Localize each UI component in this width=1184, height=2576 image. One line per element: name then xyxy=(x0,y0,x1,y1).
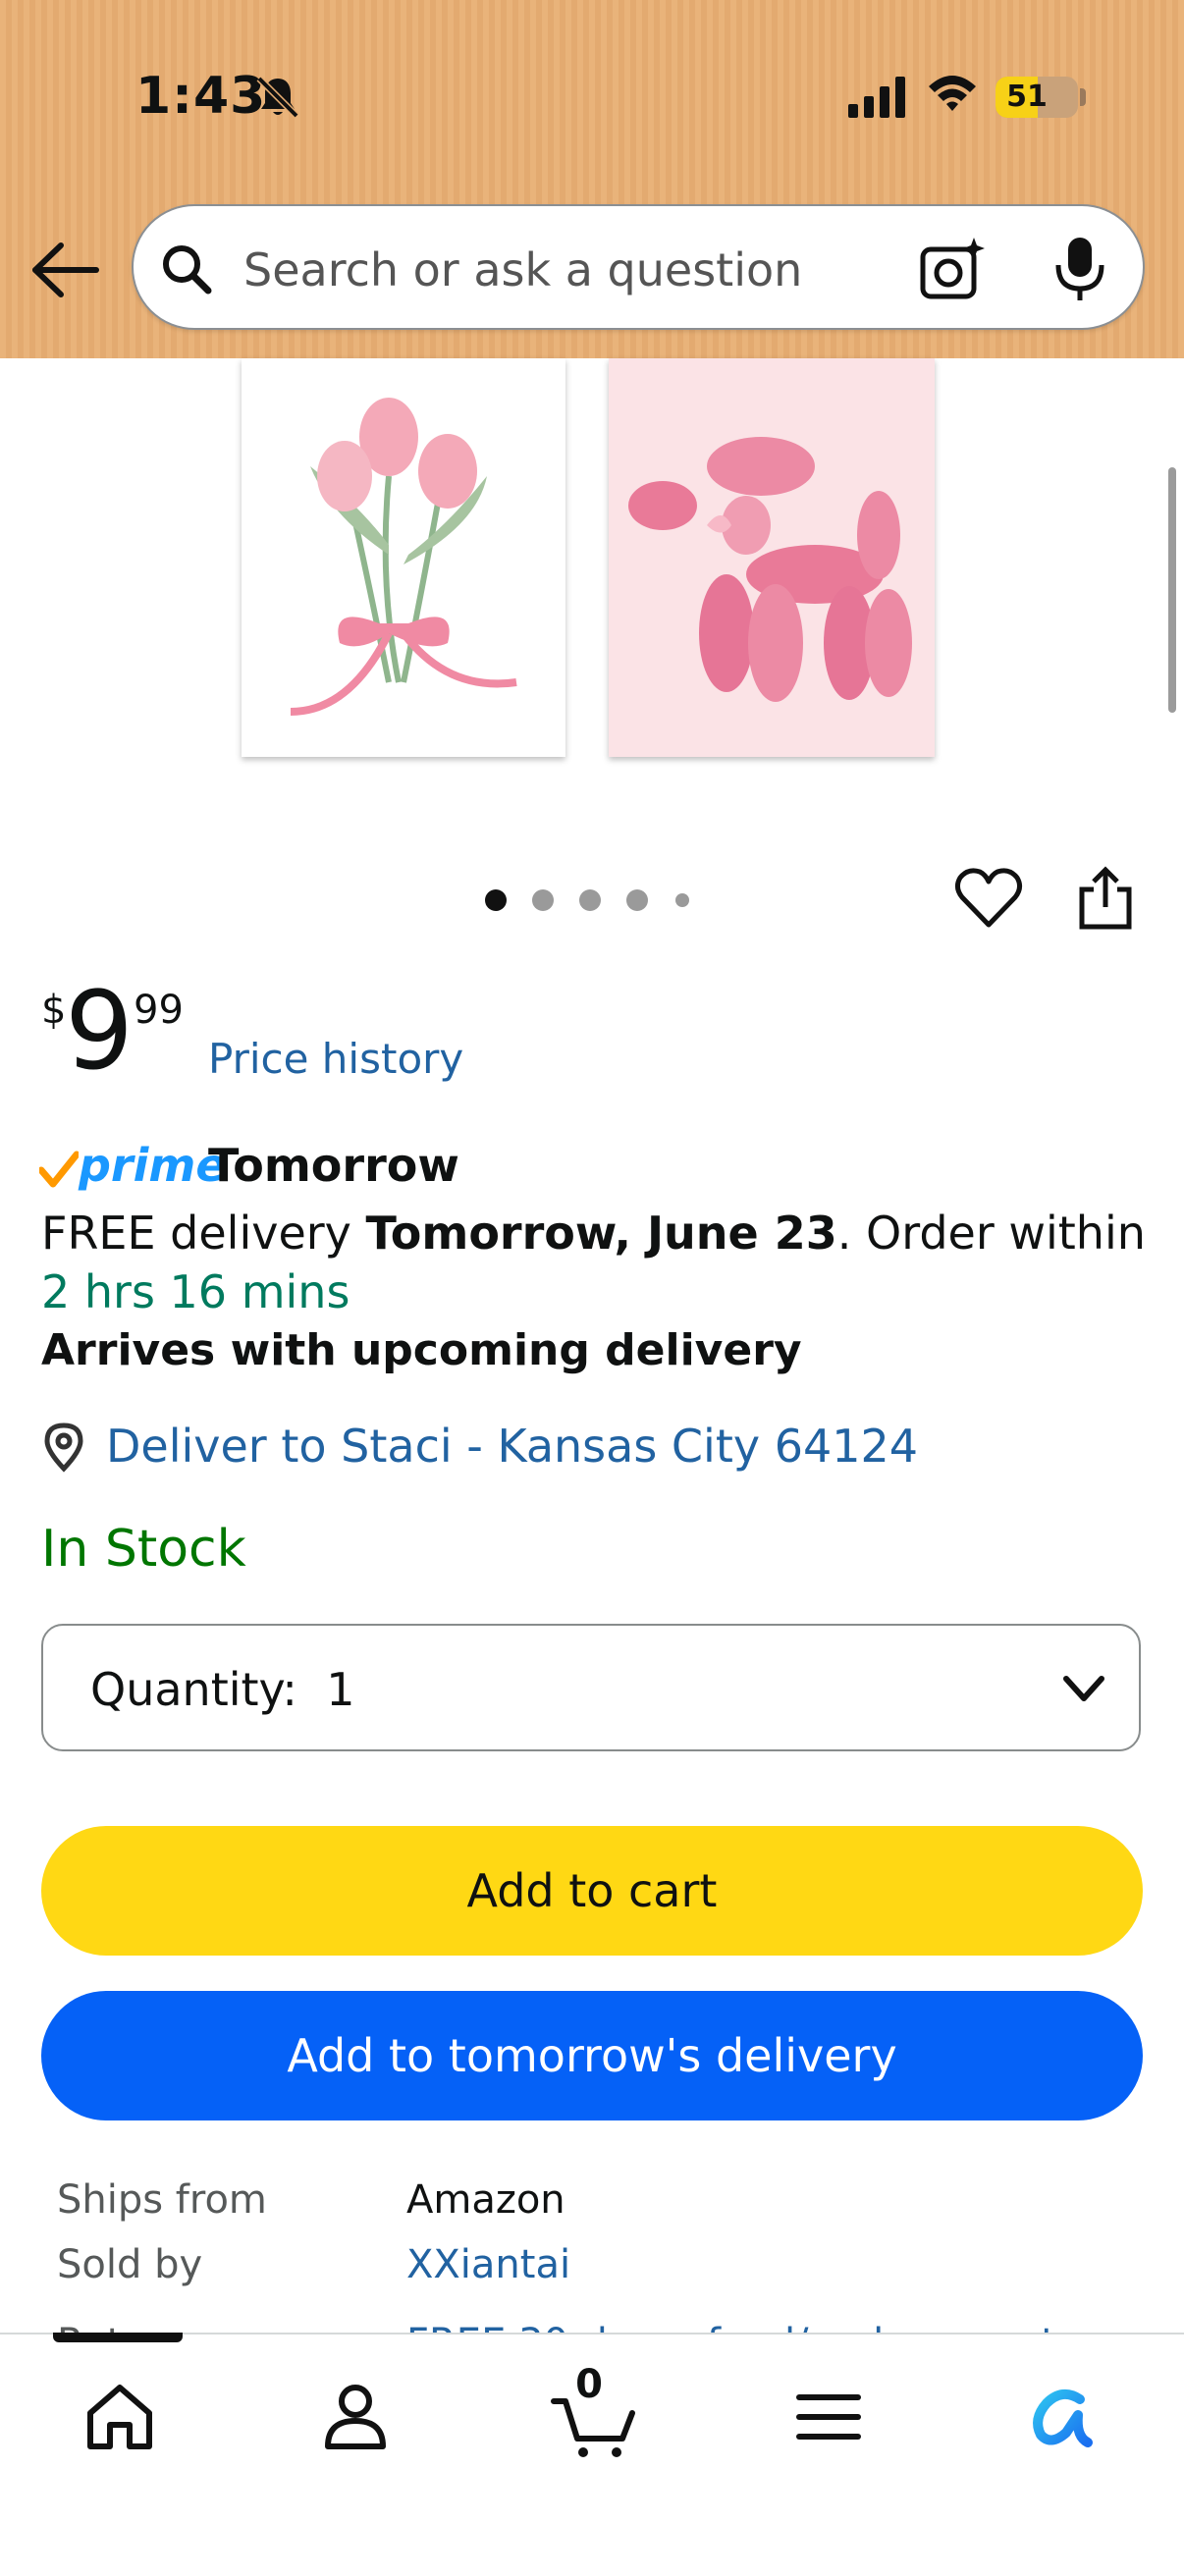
price-fraction: 99 xyxy=(134,988,184,1033)
price-whole: 9 xyxy=(65,968,134,1094)
battery-percent: 51 xyxy=(1006,80,1048,114)
sold-by-label: Sold by xyxy=(57,2242,203,2287)
product-image-balloon-dog[interactable] xyxy=(609,358,935,757)
search-icon xyxy=(163,245,212,295)
prime-speed: Tomorrow xyxy=(208,1139,459,1192)
battery-cap xyxy=(1080,88,1086,106)
camera-lens-icon[interactable] xyxy=(919,236,988,302)
price-currency: $ xyxy=(41,988,67,1033)
sold-by-link[interactable]: XXiantai xyxy=(406,2242,570,2287)
delivery-countdown: 2 hrs 16 mins xyxy=(41,1265,350,1318)
person-icon[interactable] xyxy=(316,2378,395,2456)
battery-indicator: 51 xyxy=(996,77,1078,118)
add-to-cart-button[interactable]: Add to cart xyxy=(41,1826,1143,1956)
location-pin-icon xyxy=(44,1422,83,1473)
arrives-note: Arrives with upcoming delivery xyxy=(41,1325,802,1375)
quantity-select[interactable]: Quantity: 1 xyxy=(41,1624,1141,1751)
search-bar[interactable] xyxy=(132,204,1145,330)
share-icon[interactable] xyxy=(1076,864,1135,933)
delivery-prefix: FREE delivery xyxy=(41,1207,366,1260)
deliver-to-link[interactable]: Deliver to Staci - Kansas City 64124 xyxy=(106,1420,918,1473)
order-within-text: . Order within xyxy=(836,1207,1146,1260)
heart-icon[interactable] xyxy=(954,866,1023,931)
delivery-message: FREE delivery Tomorrow, June 23. Order w… xyxy=(41,1204,1151,1321)
page-dot-3[interactable] xyxy=(579,889,601,911)
status-time: 1:43 xyxy=(135,67,267,126)
tulips-illustration xyxy=(290,398,517,716)
cart-nav[interactable]: 0 xyxy=(550,2362,638,2460)
cell-signal-icon xyxy=(848,77,905,118)
chevron-down-icon xyxy=(1063,1676,1104,1701)
add-to-tomorrows-delivery-button[interactable]: Add to tomorrow's delivery xyxy=(41,1991,1143,2120)
wifi-icon xyxy=(929,76,976,111)
quantity-value: 1 xyxy=(326,1663,355,1716)
page-dot-5[interactable] xyxy=(675,893,689,907)
header: 1:43 51 xyxy=(0,0,1184,358)
microphone-icon[interactable] xyxy=(1050,234,1109,304)
page-dot-4[interactable] xyxy=(626,889,648,911)
price-history-link[interactable]: Price history xyxy=(208,1035,463,1083)
quantity-label: Quantity: 1 xyxy=(90,1663,354,1716)
scrollbar[interactable] xyxy=(1168,467,1176,713)
delivery-date: Tomorrow, June 23 xyxy=(365,1207,837,1260)
menu-icon[interactable] xyxy=(789,2378,868,2456)
cart-icon xyxy=(551,2398,635,2457)
prime-check-icon xyxy=(39,1151,79,1188)
product-image-tulips[interactable] xyxy=(242,358,565,757)
page-dot-2[interactable] xyxy=(532,889,554,911)
page-dot-1[interactable] xyxy=(485,889,507,911)
quantity-label-text: Quantity: xyxy=(90,1663,297,1716)
rufus-ai-icon[interactable] xyxy=(1023,2378,1102,2456)
bottom-nav: 0 xyxy=(0,2333,1184,2576)
nav-active-indicator xyxy=(53,2333,183,2342)
balloon-dog-illustration xyxy=(628,437,912,702)
ships-from-value: Amazon xyxy=(406,2177,565,2223)
home-icon[interactable] xyxy=(81,2378,159,2456)
prime-logo: prime xyxy=(79,1139,227,1192)
ships-from-label: Ships from xyxy=(57,2177,267,2223)
search-input[interactable] xyxy=(242,236,1011,304)
back-arrow-icon[interactable] xyxy=(27,236,104,304)
stock-status: In Stock xyxy=(41,1520,246,1579)
bell-slash-icon xyxy=(256,76,299,119)
